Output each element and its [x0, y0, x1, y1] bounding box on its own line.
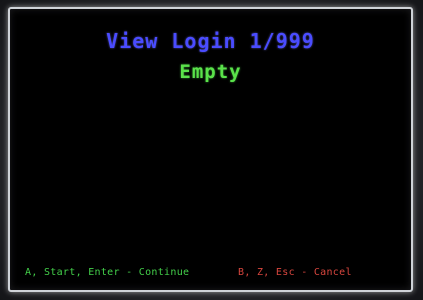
continue-hint[interactable]: A, Start, Enter - Continue: [25, 267, 189, 278]
cancel-hint[interactable]: B, Z, Esc - Cancel: [238, 267, 352, 278]
title-label: View Login: [106, 29, 237, 53]
status-text: Empty: [179, 61, 242, 83]
page-title: View Login 1/999: [10, 29, 411, 53]
title-counter: 1/999: [249, 29, 315, 53]
display-screen: View Login 1/999 Empty A, Start, Enter -…: [8, 7, 413, 292]
